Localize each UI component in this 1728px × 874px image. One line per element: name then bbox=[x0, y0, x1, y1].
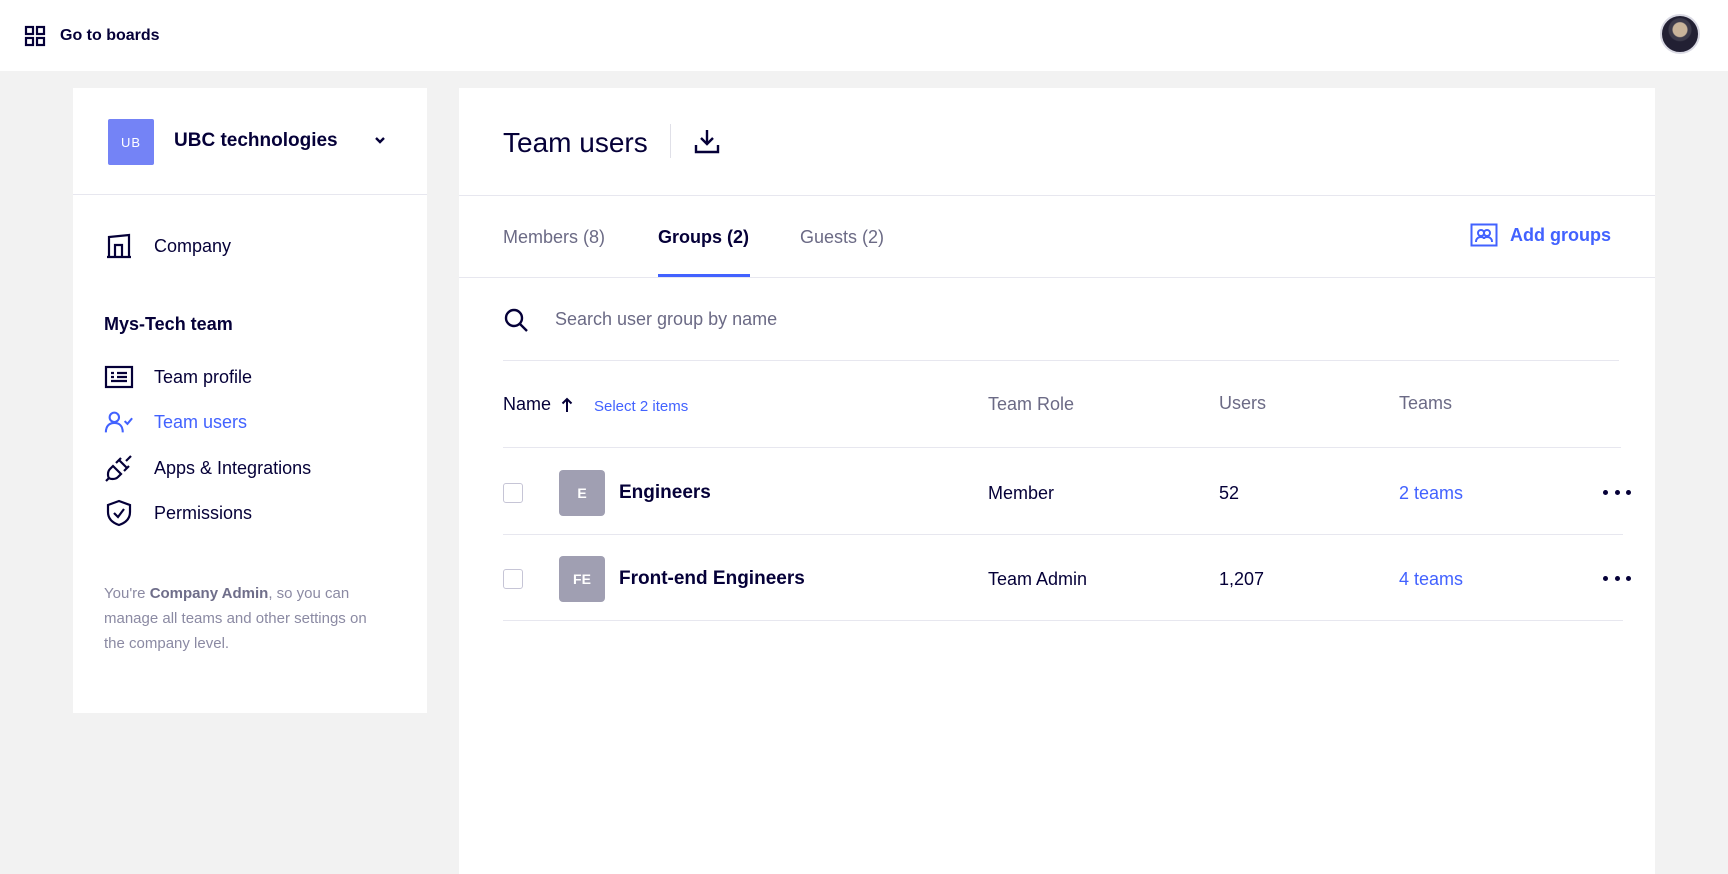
admin-note-role: Company Admin bbox=[149, 585, 269, 602]
user-check-icon bbox=[104, 407, 134, 437]
go-to-boards-button[interactable]: Go to boards bbox=[24, 24, 160, 48]
search-icon bbox=[504, 308, 528, 332]
team-role: Member bbox=[988, 483, 1055, 503]
org-logo: UB bbox=[108, 119, 154, 165]
table-row: E Engineers Member 52 2 teams bbox=[503, 449, 1631, 535]
group-avatar: FE bbox=[559, 556, 605, 602]
sidebar-item-apps-integrations[interactable]: Apps & Integrations bbox=[104, 453, 311, 483]
user-avatar[interactable] bbox=[1660, 14, 1700, 54]
admin-note-prefix: You're bbox=[104, 585, 150, 602]
sidebar-item-label: Team profile bbox=[154, 366, 253, 387]
page-title: Team users bbox=[503, 127, 648, 158]
add-groups-button[interactable]: Add groups bbox=[1470, 223, 1611, 247]
sidebar-item-team-users[interactable]: Team users bbox=[104, 407, 247, 437]
group-name[interactable]: Engineers bbox=[619, 482, 711, 504]
id-card-icon bbox=[104, 362, 134, 392]
tabs: Members (8) Groups (2) Guests (2) Add gr… bbox=[459, 196, 1655, 278]
shield-check-icon bbox=[104, 498, 134, 528]
add-group-icon bbox=[1470, 223, 1498, 247]
row-checkbox[interactable] bbox=[503, 483, 523, 503]
arrow-up-icon bbox=[561, 397, 573, 412]
sidebar: UB UBC technologies Company Mys-Tech tea… bbox=[73, 88, 427, 713]
column-users-header: Users bbox=[1219, 393, 1267, 413]
row-checkbox[interactable] bbox=[503, 569, 523, 589]
search-bar bbox=[503, 279, 1619, 361]
column-teams-header: Teams bbox=[1399, 393, 1453, 413]
select-items-link[interactable]: Select 2 items bbox=[594, 398, 688, 415]
main-header: Team users bbox=[459, 88, 1655, 196]
active-tab-indicator bbox=[658, 274, 750, 277]
sidebar-item-label: Permissions bbox=[154, 502, 253, 523]
org-switcher[interactable]: UB UBC technologies bbox=[73, 88, 427, 195]
column-name-header[interactable]: Name bbox=[503, 394, 573, 415]
teams-link[interactable]: 4 teams bbox=[1399, 569, 1463, 590]
divider bbox=[670, 124, 671, 158]
tab-members[interactable]: Members (8) bbox=[503, 227, 605, 248]
group-name[interactable]: Front-end Engineers bbox=[619, 568, 805, 590]
dot-icon bbox=[1626, 489, 1631, 495]
table-header: Name Select 2 items Team Role Users Team… bbox=[503, 363, 1621, 448]
dot-icon bbox=[1614, 575, 1620, 581]
sidebar-item-permissions[interactable]: Permissions bbox=[104, 498, 252, 528]
tab-groups[interactable]: Groups (2) bbox=[658, 227, 749, 248]
column-name-label: Name bbox=[503, 394, 552, 414]
dot-icon bbox=[1603, 575, 1608, 581]
sidebar-item-company[interactable]: Company bbox=[104, 231, 231, 261]
user-count: 1,207 bbox=[1219, 569, 1265, 589]
org-name: UBC technologies bbox=[174, 130, 338, 151]
grid-icon bbox=[24, 25, 46, 47]
download-icon bbox=[694, 130, 720, 154]
sidebar-item-label: Team users bbox=[154, 411, 248, 432]
sidebar-item-label: Company bbox=[154, 235, 232, 256]
column-role-header: Team Role bbox=[988, 394, 1075, 414]
go-to-boards-label: Go to boards bbox=[60, 27, 160, 44]
table-row: FE Front-end Engineers Team Admin 1,207 … bbox=[503, 535, 1631, 621]
dot-icon bbox=[1603, 489, 1608, 495]
main-panel: Team users Members (8) Groups (2) Guests… bbox=[459, 88, 1655, 874]
team-heading: Mys-Tech team bbox=[104, 314, 233, 334]
top-bar: Go to boards bbox=[0, 0, 1728, 71]
sidebar-item-label: Apps & Integrations bbox=[154, 457, 312, 478]
dot-icon bbox=[1614, 489, 1620, 495]
admin-note: You're Company Admin, so you can manage … bbox=[104, 581, 384, 656]
teams-link[interactable]: 2 teams bbox=[1399, 483, 1463, 504]
building-icon bbox=[104, 231, 134, 261]
team-role: Team Admin bbox=[988, 569, 1088, 589]
sidebar-item-team-profile[interactable]: Team profile bbox=[104, 362, 252, 392]
add-groups-label: Add groups bbox=[1510, 224, 1611, 245]
dot-icon bbox=[1626, 575, 1631, 581]
tab-guests[interactable]: Guests (2) bbox=[800, 227, 884, 248]
more-options-button[interactable] bbox=[1603, 568, 1631, 588]
search-input[interactable] bbox=[555, 309, 1155, 330]
plug-icon bbox=[104, 453, 134, 483]
download-button[interactable] bbox=[692, 126, 722, 156]
more-options-button[interactable] bbox=[1603, 482, 1631, 502]
user-count: 52 bbox=[1219, 483, 1240, 503]
group-avatar: E bbox=[559, 470, 605, 516]
chevron-down-icon[interactable] bbox=[373, 133, 387, 147]
